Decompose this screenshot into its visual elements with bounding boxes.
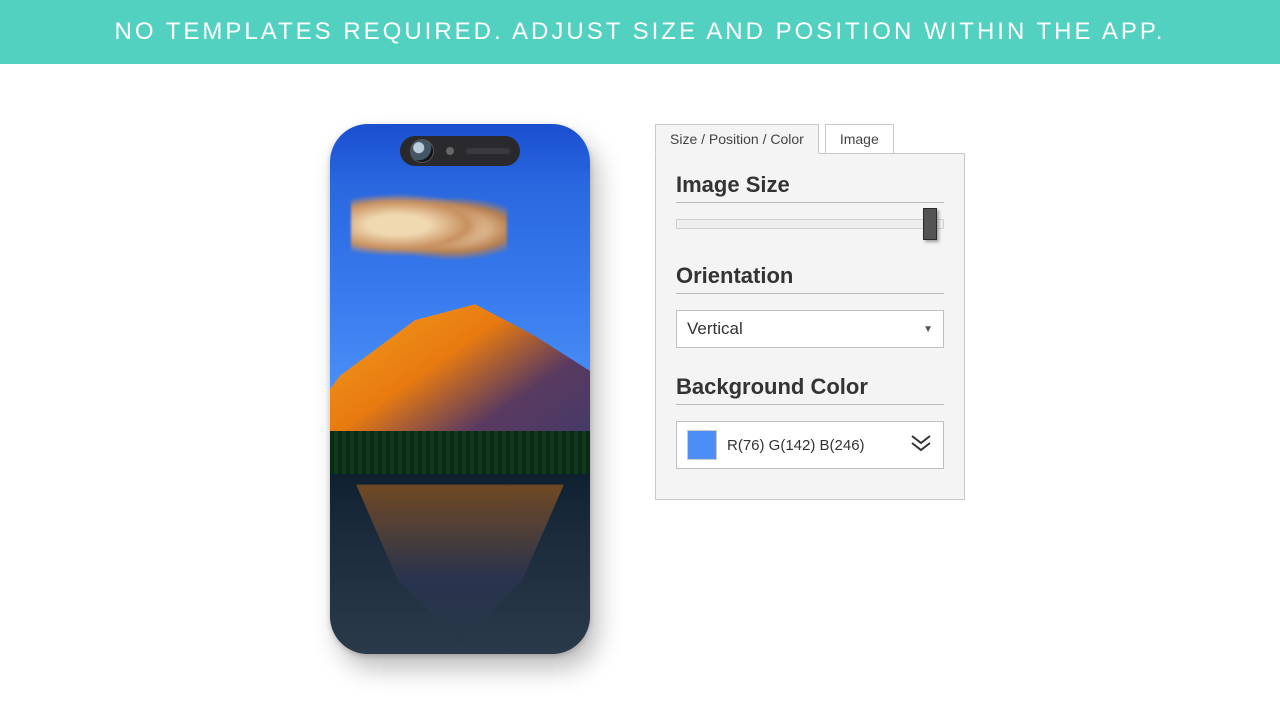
section-title-orientation: Orientation xyxy=(676,263,944,294)
main-content: Size / Position / Color Image Image Size… xyxy=(0,64,1280,654)
preview-cloud xyxy=(351,188,507,262)
product-preview xyxy=(315,124,605,654)
camera-lens-icon xyxy=(410,139,434,163)
tab-bar: Size / Position / Color Image xyxy=(655,124,965,153)
phone-camera-bar xyxy=(400,136,520,166)
speaker-slot-icon xyxy=(466,148,510,154)
slider-thumb[interactable] xyxy=(923,208,937,240)
chevron-down-icon: ▼ xyxy=(923,324,933,335)
image-size-slider[interactable] xyxy=(676,219,944,229)
double-chevron-down-icon xyxy=(909,434,933,457)
banner-text: NO TEMPLATES REQUIRED. ADJUST SIZE AND P… xyxy=(115,18,1166,46)
settings-panel-wrap: Size / Position / Color Image Image Size… xyxy=(655,124,965,500)
color-swatch xyxy=(687,430,717,460)
tab-label: Size / Position / Color xyxy=(670,131,804,147)
tab-image[interactable]: Image xyxy=(825,124,894,154)
section-title-image-size: Image Size xyxy=(676,172,944,203)
phone-case-mockup[interactable] xyxy=(330,124,590,654)
bgcolor-picker[interactable]: R(76) G(142) B(246) xyxy=(676,421,944,469)
tab-label: Image xyxy=(840,131,879,147)
section-title-bgcolor: Background Color xyxy=(676,374,944,405)
settings-panel: Image Size Orientation Vertical ▼ Backgr… xyxy=(655,153,965,500)
orientation-select[interactable]: Vertical ▼ xyxy=(676,310,944,348)
color-value-label: R(76) G(142) B(246) xyxy=(727,437,899,454)
sensor-dot-icon xyxy=(446,147,454,155)
promo-banner: NO TEMPLATES REQUIRED. ADJUST SIZE AND P… xyxy=(0,0,1280,64)
tab-size-position-color[interactable]: Size / Position / Color xyxy=(655,124,819,154)
orientation-value: Vertical xyxy=(687,319,743,339)
